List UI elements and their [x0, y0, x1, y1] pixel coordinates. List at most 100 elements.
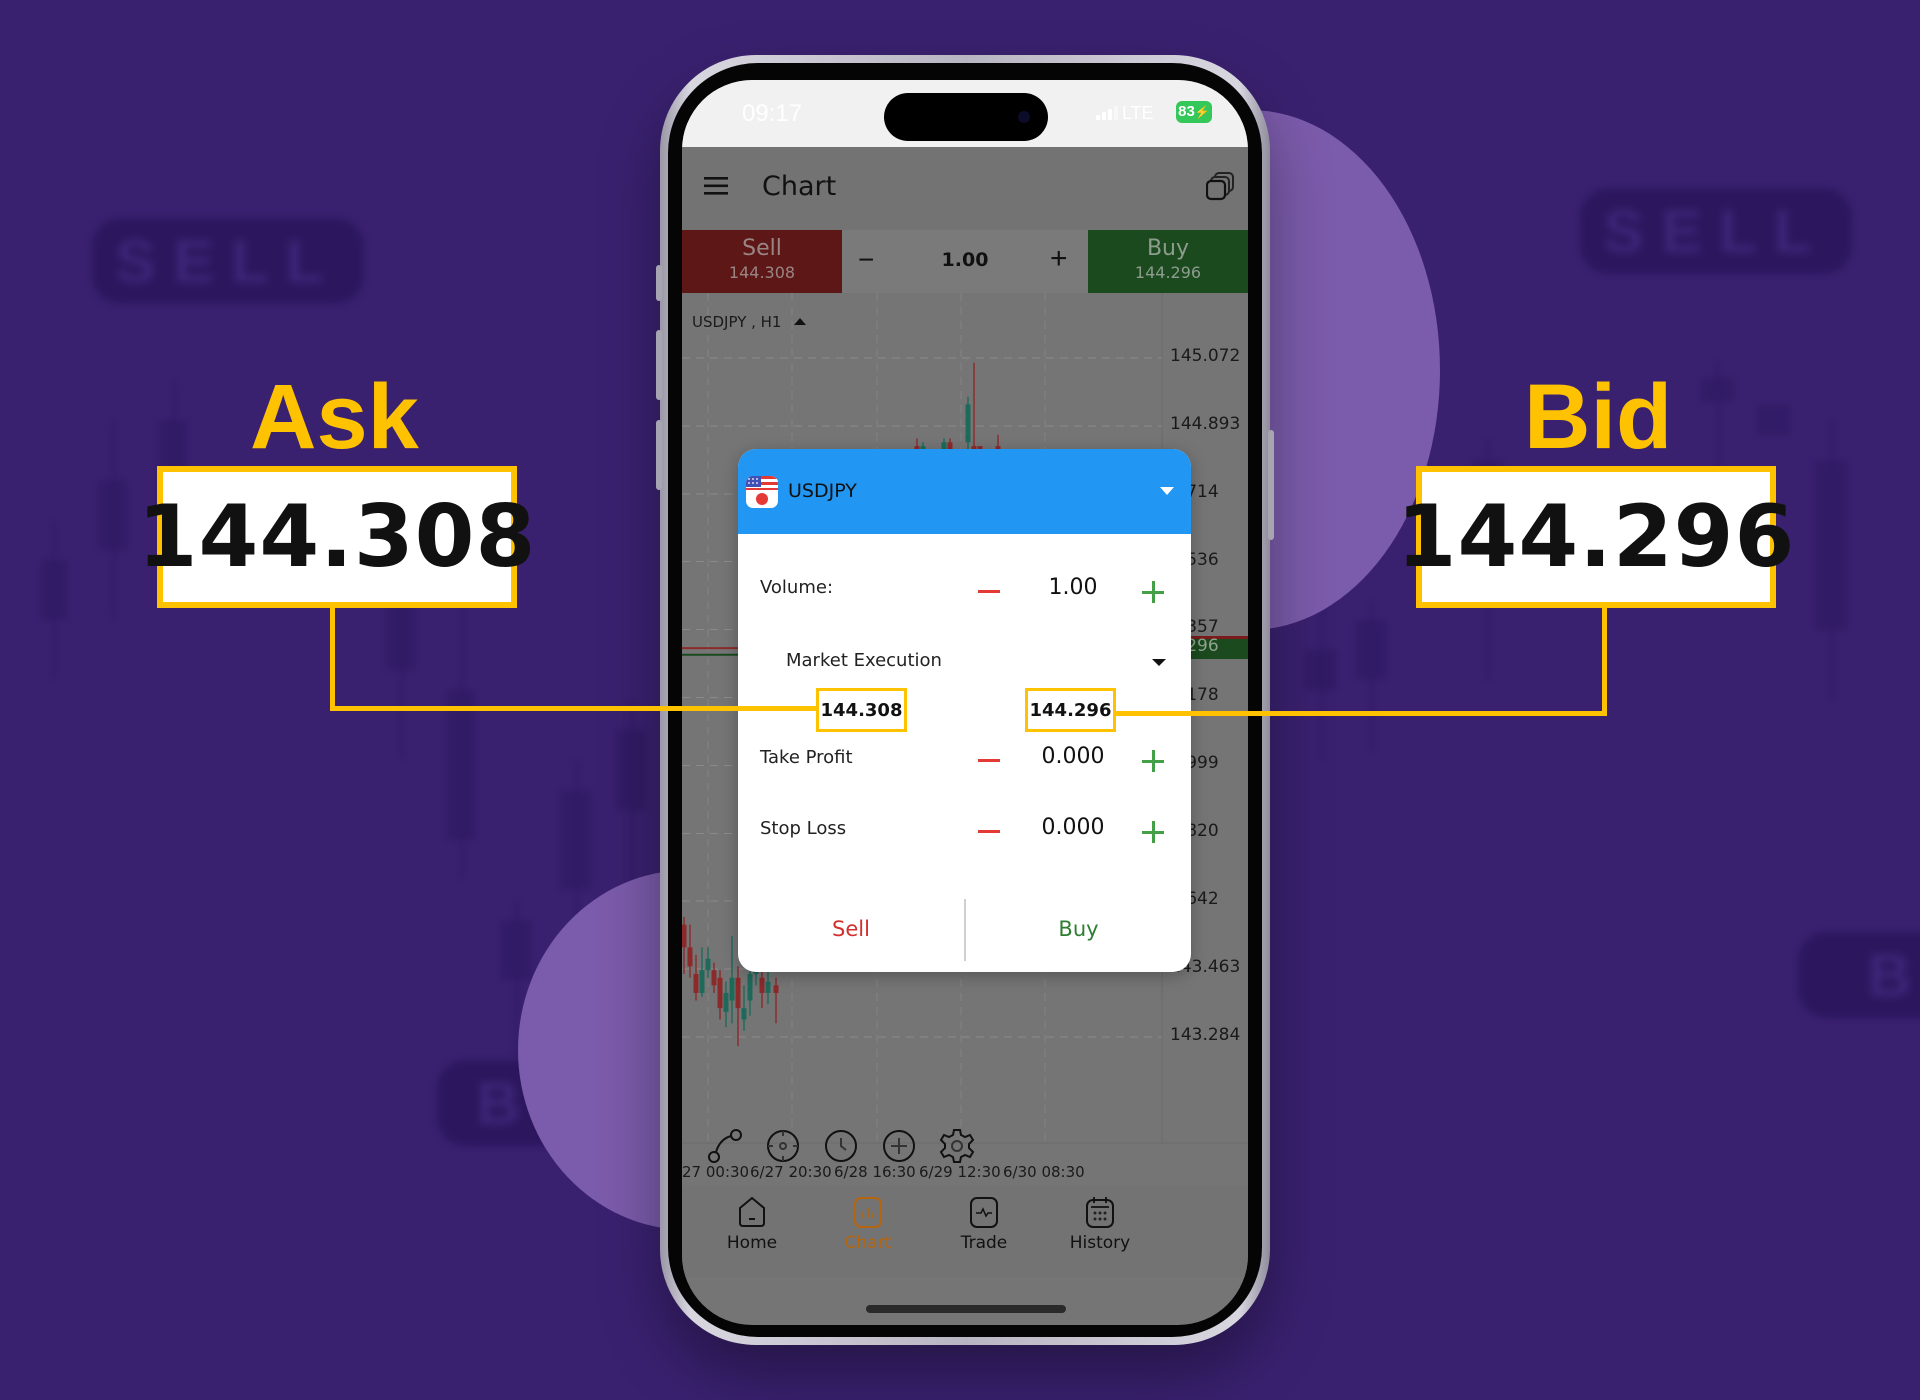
bid-connector-vertical — [1602, 607, 1607, 716]
bg-b-bubble: B — [1798, 932, 1920, 1018]
ask-connector-horizontal — [330, 706, 820, 711]
windows-icon[interactable] — [1205, 171, 1236, 201]
candle-body — [717, 977, 723, 1009]
nav-history[interactable]: History — [1040, 1195, 1160, 1253]
take-profit-increase-button[interactable] — [1142, 750, 1164, 772]
home-indicator[interactable] — [866, 1305, 1066, 1313]
candle-body — [682, 924, 687, 948]
candle-body — [729, 977, 735, 1001]
battery-icon: 83⚡ — [1176, 101, 1212, 123]
bid-label: Bid — [1524, 366, 1673, 468]
ask-label: Ask — [250, 366, 419, 468]
volume-decrease-button[interactable] — [978, 590, 1000, 593]
phone-side-button — [656, 265, 662, 301]
candle-body — [687, 947, 693, 967]
candle-body — [705, 958, 711, 971]
status-time: 09:17 — [742, 100, 803, 127]
execution-type-value: Market Execution — [786, 650, 942, 671]
dialog-symbol: USDJPY — [788, 480, 857, 502]
nav-home-label: Home — [726, 1233, 778, 1253]
history-icon — [1085, 1195, 1115, 1229]
nav-trade-label: Trade — [960, 1233, 1008, 1253]
strip-volume-value[interactable]: 1.00 — [882, 249, 1048, 271]
take-profit-decrease-button[interactable] — [978, 759, 1000, 762]
price-tick: 144.893 — [1170, 414, 1241, 434]
volume-label: Volume: — [760, 577, 834, 598]
candle-body — [723, 992, 729, 1012]
candle-body — [965, 404, 971, 443]
execution-dropdown-icon — [1152, 659, 1166, 666]
quick-sell-price: 144.308 — [728, 263, 796, 282]
price-tick: 145.072 — [1170, 346, 1241, 366]
strip-volume-minus[interactable]: − — [858, 244, 874, 276]
phone-volume-up — [656, 330, 662, 400]
hamburger-icon[interactable] — [704, 177, 728, 195]
price-tick: 143.284 — [1170, 1025, 1241, 1045]
stop-loss-decrease-button[interactable] — [978, 830, 1000, 833]
bottom-nav: Home Chart Trade History — [682, 1185, 1248, 1277]
stop-loss-value[interactable]: 0.000 — [1028, 815, 1118, 840]
add-indicator-icon[interactable] — [880, 1127, 918, 1165]
timeframe-clock-icon[interactable] — [822, 1127, 860, 1165]
bg-sell-bubble-left: SELL — [92, 218, 364, 304]
battery-level: 83 — [1178, 103, 1195, 120]
volume-increase-button[interactable] — [1142, 581, 1164, 603]
quick-buy-button[interactable]: Buy 144.296 — [1088, 230, 1248, 293]
nav-home[interactable]: Home — [692, 1195, 812, 1253]
quick-sell-button[interactable]: Sell 144.308 — [682, 230, 842, 293]
nav-trade[interactable]: Trade — [924, 1195, 1044, 1253]
trade-strip: Sell 144.308 − 1.00 + Buy 144.296 — [682, 230, 1248, 293]
candle-body — [765, 981, 771, 993]
usdjpy-flag-icon — [746, 476, 778, 508]
stop-loss-label: Stop Loss — [760, 818, 847, 839]
dialog-buy-button[interactable]: Buy — [966, 899, 1191, 959]
chart-symbol-text: USDJPY , H1 — [692, 313, 782, 331]
quick-buy-label: Buy — [1146, 236, 1190, 261]
volume-value[interactable]: 1.00 — [1028, 575, 1118, 600]
app-header: Chart — [682, 147, 1248, 230]
take-profit-label: Take Profit — [760, 747, 853, 768]
phone-volume-down — [656, 420, 662, 490]
bg-sell-bubble-right: SELL — [1580, 188, 1852, 274]
strip-volume-plus[interactable]: + — [1050, 242, 1068, 276]
candle-body — [735, 977, 741, 1009]
dialog-header[interactable]: USDJPY — [738, 449, 1191, 534]
candle-body — [759, 977, 765, 993]
network-label: LTE — [1122, 103, 1154, 123]
execution-type-select[interactable]: Market Execution — [786, 645, 1166, 677]
trade-icon — [969, 1195, 999, 1229]
candle-body — [747, 973, 753, 1001]
home-icon — [737, 1195, 767, 1229]
collapse-arrow-icon — [794, 318, 807, 325]
nav-chart[interactable]: Chart — [808, 1195, 928, 1253]
chart-symbol-label[interactable]: USDJPY , H1 — [692, 313, 807, 331]
nav-chart-label: Chart — [844, 1233, 892, 1253]
ask-connector-vertical — [330, 607, 335, 711]
symbol-dropdown-icon[interactable] — [1160, 487, 1174, 495]
candle-body — [741, 1008, 747, 1020]
draw-line-icon[interactable] — [706, 1127, 744, 1165]
stop-loss-increase-button[interactable] — [1142, 821, 1164, 843]
candle-body — [699, 970, 705, 993]
bid-value-box: 144.296 — [1397, 466, 1794, 608]
ask-value-box: 144.308 — [138, 466, 535, 608]
signal-icon — [1096, 106, 1118, 122]
quick-sell-label: Sell — [742, 236, 782, 261]
dialog-buy-price-highlight: 144.296 — [1025, 688, 1116, 732]
status-bar: 09:17 LTE 83⚡ — [682, 80, 1248, 147]
quick-buy-price: 144.296 — [1134, 263, 1202, 282]
crosshair-icon[interactable] — [764, 1127, 802, 1165]
candle-body — [693, 973, 699, 993]
dialog-sell-label: Sell — [832, 917, 870, 941]
dynamic-island — [884, 93, 1048, 141]
phone-power-button — [1268, 430, 1274, 540]
chart-icon — [853, 1195, 883, 1229]
dialog-sell-button[interactable]: Sell — [738, 899, 964, 959]
nav-history-label: History — [1069, 1233, 1131, 1253]
take-profit-value[interactable]: 0.000 — [1028, 744, 1118, 769]
settings-gear-icon[interactable] — [938, 1127, 976, 1165]
page-title: Chart — [762, 171, 837, 202]
candle-body — [773, 985, 779, 993]
chart-toolbar — [682, 1117, 1248, 1177]
bid-connector-horizontal — [1112, 711, 1607, 716]
